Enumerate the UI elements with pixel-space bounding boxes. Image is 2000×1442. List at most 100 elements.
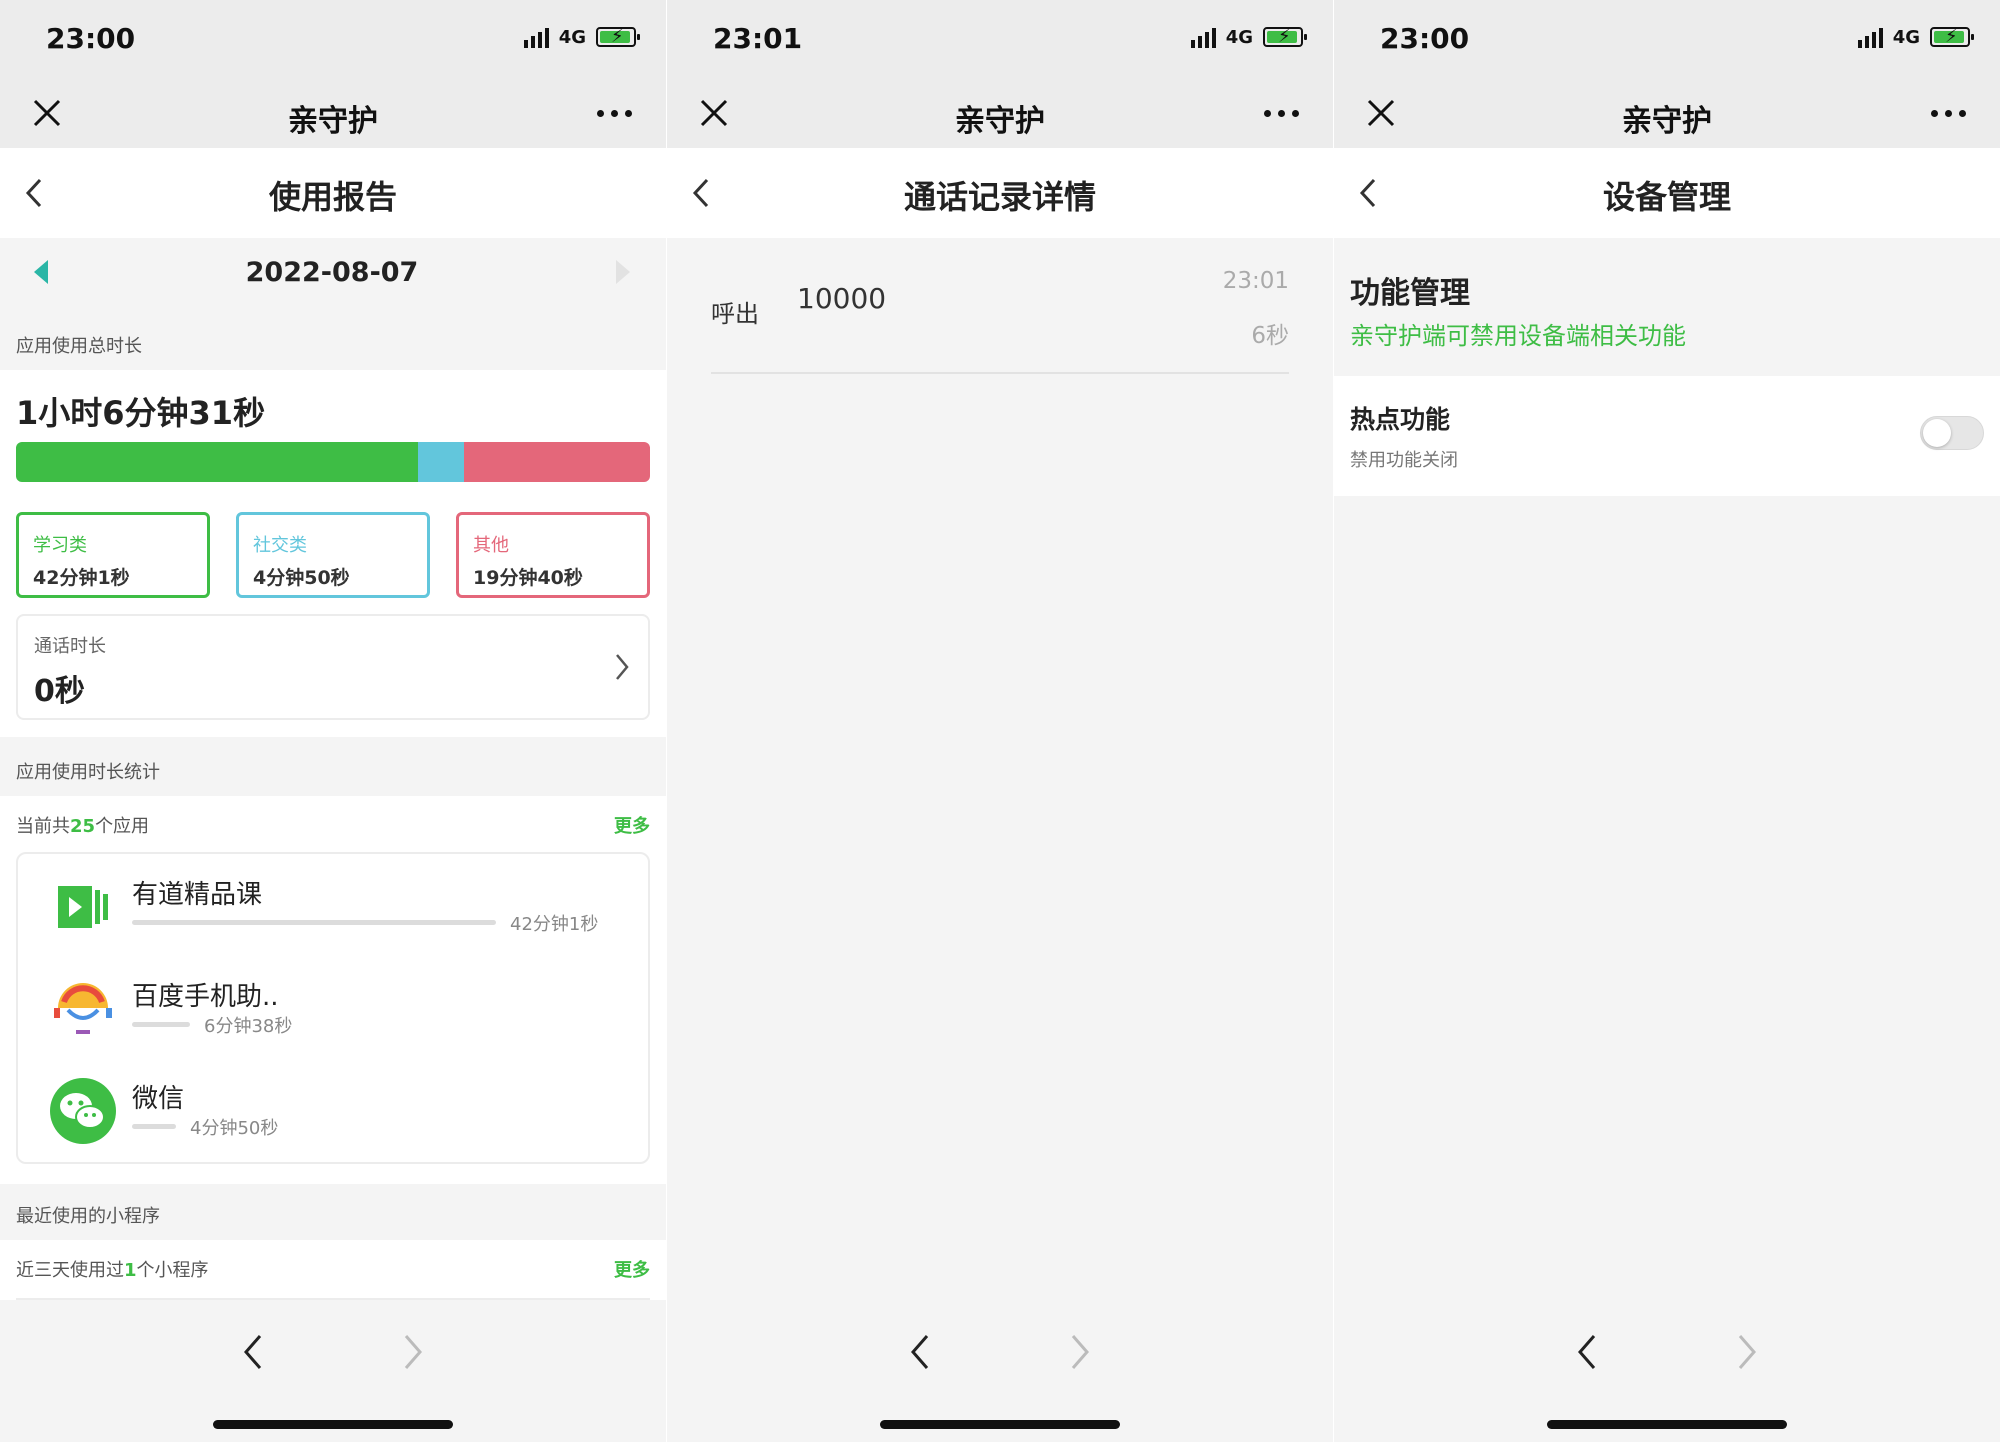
home-indicator[interactable]: [880, 1420, 1120, 1429]
network-label: 4G: [558, 26, 586, 48]
app-more-link[interactable]: 更多: [614, 812, 650, 838]
status-time: 23:00: [1380, 22, 1470, 55]
page-title: 通话记录详情: [903, 178, 1096, 216]
more-icon[interactable]: [1264, 110, 1299, 117]
mini-count-suffix: 个小程序: [136, 1260, 209, 1281]
usage-segment-social: [417, 442, 464, 482]
signal-icon: [523, 26, 549, 48]
nav-back-icon[interactable]: [240, 1332, 266, 1372]
status-bar: 23:01 4G ⚡: [667, 0, 1333, 80]
list-item[interactable]: 微信 4分钟50秒: [18, 1062, 648, 1162]
category-name: 其他: [473, 535, 509, 556]
app-usage-track: [132, 920, 496, 925]
battery-icon: ⚡: [1263, 26, 1307, 47]
call-time: 23:01: [1222, 268, 1289, 294]
call-duration-label: 通话时长: [34, 636, 106, 657]
nav-forward-icon[interactable]: [1734, 1332, 1760, 1372]
total-usage-card: 1小时6分钟31秒 学习类 42分钟1秒 社交类 4分钟50秒 其他 19分钟4…: [0, 370, 666, 737]
app-name: 有道精品课: [132, 880, 263, 910]
more-icon[interactable]: [1931, 110, 1966, 117]
list-item[interactable]: 有道精品课 42分钟1秒: [18, 858, 648, 958]
hotspot-subtitle: 禁用功能关闭: [1350, 450, 1458, 471]
usage-segment-study: [16, 442, 418, 482]
nav-forward-icon[interactable]: [400, 1332, 426, 1372]
app-usage-track: [132, 1124, 176, 1129]
call-record-item[interactable]: 呼出 10000 23:01 6秒: [667, 260, 1333, 380]
page-header: 使用报告: [0, 148, 666, 238]
category-value: 42分钟1秒: [33, 567, 130, 589]
nav-forward-icon[interactable]: [1067, 1332, 1093, 1372]
call-duration-value: 0秒: [34, 674, 85, 709]
wechat-icon: [50, 1078, 116, 1144]
call-duration: 6秒: [1251, 323, 1289, 349]
app-list: 有道精品课 42分钟1秒 百度手机助.. 6分钟38秒 微信 4分钟50秒: [16, 852, 650, 1164]
list-item[interactable]: 百度手机助.. 6分钟38秒: [18, 960, 648, 1060]
category-social[interactable]: 社交类 4分钟50秒: [236, 512, 430, 598]
app-count-prefix: 当前共: [16, 816, 70, 837]
call-number: 10000: [797, 282, 887, 315]
total-usage-label: 应用使用总时长: [16, 336, 142, 357]
hotspot-toggle[interactable]: [1920, 416, 1984, 450]
page-header: 通话记录详情: [667, 148, 1333, 238]
network-label: 4G: [1892, 26, 1920, 48]
app-count-line: 当前共25个应用: [16, 812, 149, 838]
hotspot-title: 热点功能: [1350, 405, 1451, 434]
app-title: 亲守护: [288, 104, 378, 139]
nav-back-icon[interactable]: [907, 1332, 933, 1372]
function-title: 功能管理: [1350, 276, 1470, 311]
app-duration: 4分钟50秒: [190, 1118, 279, 1139]
signal-icon: [1857, 26, 1883, 48]
usage-report-screen: 23:00 4G ⚡ 亲守护 使用报告 2022-08-07 应用使用总时长 1…: [0, 0, 666, 1442]
category-name: 社交类: [253, 535, 307, 556]
app-name: 百度手机助..: [132, 982, 279, 1012]
app-name: 微信: [132, 1084, 185, 1114]
status-bar: 23:00 4G ⚡: [0, 0, 666, 80]
app-count: 25: [70, 816, 96, 837]
app-usage-track: [132, 1022, 190, 1027]
call-duration-card[interactable]: 通话时长 0秒: [16, 614, 650, 720]
baidu-assistant-icon: [54, 983, 112, 1034]
next-date-icon[interactable]: [616, 260, 630, 284]
app-title: 亲守护: [955, 104, 1045, 139]
category-value: 4分钟50秒: [253, 567, 350, 589]
device-management-screen: 23:00 4G ⚡ 亲守护 设备管理 功能管理 亲守护端可禁用设备端相关功能 …: [1334, 0, 2000, 1442]
home-indicator[interactable]: [213, 1420, 453, 1429]
call-direction: 呼出: [711, 300, 759, 328]
network-label: 4G: [1225, 26, 1253, 48]
mini-program-nav-bar: 亲守护: [0, 80, 666, 148]
divider: [711, 372, 1289, 374]
status-time: 23:00: [46, 22, 136, 55]
home-indicator[interactable]: [1547, 1420, 1787, 1429]
app-usage-card: 当前共25个应用 更多 有道精品课 42分钟1秒 百度手机助.. 6分钟38秒 …: [0, 796, 666, 1184]
youdao-course-icon: [58, 886, 108, 928]
function-subtitle: 亲守护端可禁用设备端相关功能: [1350, 322, 1686, 350]
mini-program-label: 最近使用的小程序: [16, 1206, 160, 1227]
total-usage-value: 1小时6分钟31秒: [16, 394, 266, 432]
app-count-suffix: 个应用: [95, 816, 150, 837]
category-other[interactable]: 其他 19分钟40秒: [456, 512, 650, 598]
usage-segment-other: [463, 442, 650, 482]
category-study[interactable]: 学习类 42分钟1秒: [16, 512, 210, 598]
mini-program-nav-bar: 亲守护: [667, 80, 1333, 148]
mini-program-nav-bar: 亲守护: [1334, 80, 2000, 148]
mini-program-card: 近三天使用过1个小程序 更多: [0, 1240, 666, 1300]
current-date: 2022-08-07: [245, 257, 419, 288]
hotspot-setting: 热点功能 禁用功能关闭: [1334, 376, 2000, 496]
bottom-nav: [1334, 1300, 2000, 1442]
app-duration: 6分钟38秒: [204, 1016, 293, 1037]
app-stats-label: 应用使用时长统计: [16, 762, 160, 783]
app-duration: 42分钟1秒: [510, 914, 599, 935]
date-selector: 2022-08-07: [14, 248, 650, 300]
signal-icon: [1190, 26, 1216, 48]
app-title: 亲守护: [1622, 104, 1712, 139]
nav-back-icon[interactable]: [1574, 1332, 1600, 1372]
more-icon[interactable]: [597, 110, 632, 117]
mini-count-prefix: 近三天使用过: [16, 1260, 124, 1281]
chevron-right-icon: [616, 654, 629, 680]
status-bar: 23:00 4G ⚡: [1334, 0, 2000, 80]
mini-count-line: 近三天使用过1个小程序: [16, 1256, 209, 1282]
page-title: 设备管理: [1602, 178, 1731, 216]
bottom-nav: [0, 1300, 666, 1442]
mini-more-link[interactable]: 更多: [614, 1256, 650, 1282]
function-management-header: 功能管理 亲守护端可禁用设备端相关功能: [1334, 248, 2000, 368]
